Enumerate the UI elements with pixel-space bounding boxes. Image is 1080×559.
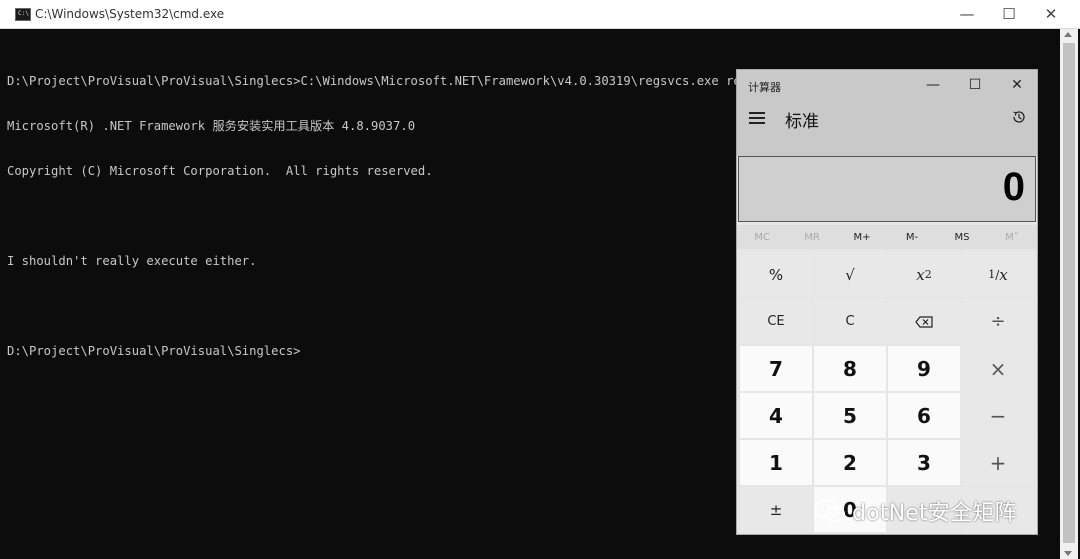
memory-recall-button[interactable]: MR (787, 225, 837, 249)
calculator-minimize-button[interactable]: — (911, 70, 955, 100)
c-label: C (845, 314, 855, 329)
digit-label: 4 (769, 403, 783, 428)
divide-label: ÷ (990, 311, 1006, 332)
digit-label: 1 (769, 450, 783, 475)
digit-6-button[interactable]: 6 (888, 393, 960, 438)
memory-clear-button[interactable]: MC (737, 225, 787, 249)
cmd-window-title: C:\Windows\System32\cmd.exe (35, 7, 225, 21)
digit-8-button[interactable]: 8 (814, 346, 886, 391)
reciprocal-button[interactable]: 1/x (962, 252, 1034, 297)
digit-3-button[interactable]: 3 (888, 440, 960, 485)
plus-label: + (989, 450, 1007, 475)
calculator-close-button[interactable]: ✕ (995, 70, 1037, 100)
cmd-app-icon: C:\ (15, 8, 31, 21)
digit-label: 9 (917, 356, 931, 381)
digit-5-button[interactable]: 5 (814, 393, 886, 438)
divide-button[interactable]: ÷ (962, 299, 1034, 344)
memory-list-button[interactable]: M˅ (987, 225, 1037, 249)
minus-label: − (989, 403, 1007, 428)
square-root-button[interactable]: √ (814, 252, 886, 297)
calculator-header: 标准 (737, 100, 1037, 156)
calculator-window: 计算器 — ☐ ✕ 标准 0 MC MR M+ M- MS M˅ % √ x2 … (736, 69, 1038, 535)
clear-entry-button[interactable]: CE (740, 299, 812, 344)
scroll-down-arrow-icon[interactable] (1064, 551, 1072, 556)
digit-9-button[interactable]: 9 (888, 346, 960, 391)
hamburger-menu-icon[interactable] (749, 112, 765, 124)
memory-store-button[interactable]: MS (937, 225, 987, 249)
multiply-label: × (989, 356, 1007, 381)
minimize-button[interactable]: — (944, 0, 990, 28)
minimize-icon: — (959, 5, 975, 23)
digit-label: 3 (917, 450, 931, 475)
plus-button[interactable]: + (962, 440, 1034, 485)
multiply-button[interactable]: × (962, 346, 1034, 391)
wechat-logo-icon (814, 499, 845, 522)
negate-label: ± (769, 500, 783, 519)
reciprocal-denominator-label: x (999, 265, 1008, 284)
calculator-mode-title: 标准 (785, 112, 819, 132)
minimize-icon: — (926, 77, 940, 93)
digit-1-button[interactable]: 1 (740, 440, 812, 485)
square-base-label: x (916, 265, 925, 284)
negate-button[interactable]: ± (740, 487, 812, 532)
minus-button[interactable]: − (962, 393, 1034, 438)
watermark-text: dotNet安全矩阵 (852, 501, 1017, 526)
clear-button[interactable]: C (814, 299, 886, 344)
digit-label: 6 (917, 403, 931, 428)
backspace-button[interactable] (888, 299, 960, 344)
digit-4-button[interactable]: 4 (740, 393, 812, 438)
ce-label: CE (767, 314, 785, 329)
square-button[interactable]: x2 (888, 252, 960, 297)
digit-label: 2 (843, 450, 857, 475)
memory-row: MC MR M+ M- MS M˅ (737, 225, 1037, 249)
maximize-icon: ☐ (1002, 5, 1016, 23)
maximize-icon: ☐ (968, 77, 982, 93)
digit-label: 7 (769, 356, 783, 381)
digit-label: 8 (843, 356, 857, 381)
percent-button[interactable]: % (740, 252, 812, 297)
calculator-titlebar[interactable]: 计算器 — ☐ ✕ (737, 70, 1037, 100)
calculator-title: 计算器 (748, 81, 781, 94)
display-value: 0 (1002, 165, 1025, 209)
percent-label: % (768, 265, 784, 284)
reciprocal-numerator-label: 1 (988, 268, 996, 281)
history-icon[interactable] (1011, 109, 1027, 125)
scrollbar-thumb[interactable] (1063, 43, 1075, 543)
digit-7-button[interactable]: 7 (740, 346, 812, 391)
vertical-scrollbar[interactable] (1060, 29, 1078, 559)
backspace-icon (915, 315, 933, 328)
square-exponent-label: 2 (924, 268, 932, 281)
maximize-button[interactable]: ☐ (986, 0, 1032, 28)
calculator-display: 0 (738, 156, 1036, 222)
close-icon: ✕ (1044, 5, 1058, 23)
memory-subtract-button[interactable]: M- (887, 225, 937, 249)
calculator-maximize-button[interactable]: ☐ (953, 70, 997, 100)
memory-add-button[interactable]: M+ (837, 225, 887, 249)
close-button[interactable]: ✕ (1028, 0, 1074, 28)
cmd-titlebar[interactable]: C:\ C:\Windows\System32\cmd.exe — ☐ ✕ (0, 0, 1080, 29)
watermark: dotNet安全矩阵 (812, 496, 1017, 526)
scroll-up-arrow-icon[interactable] (1064, 32, 1072, 37)
digit-label: 5 (843, 403, 857, 428)
digit-2-button[interactable]: 2 (814, 440, 886, 485)
close-icon: ✕ (1011, 77, 1023, 93)
cmd-icon-text: C:\ (18, 10, 29, 17)
sqrt-label: √ (845, 265, 855, 284)
